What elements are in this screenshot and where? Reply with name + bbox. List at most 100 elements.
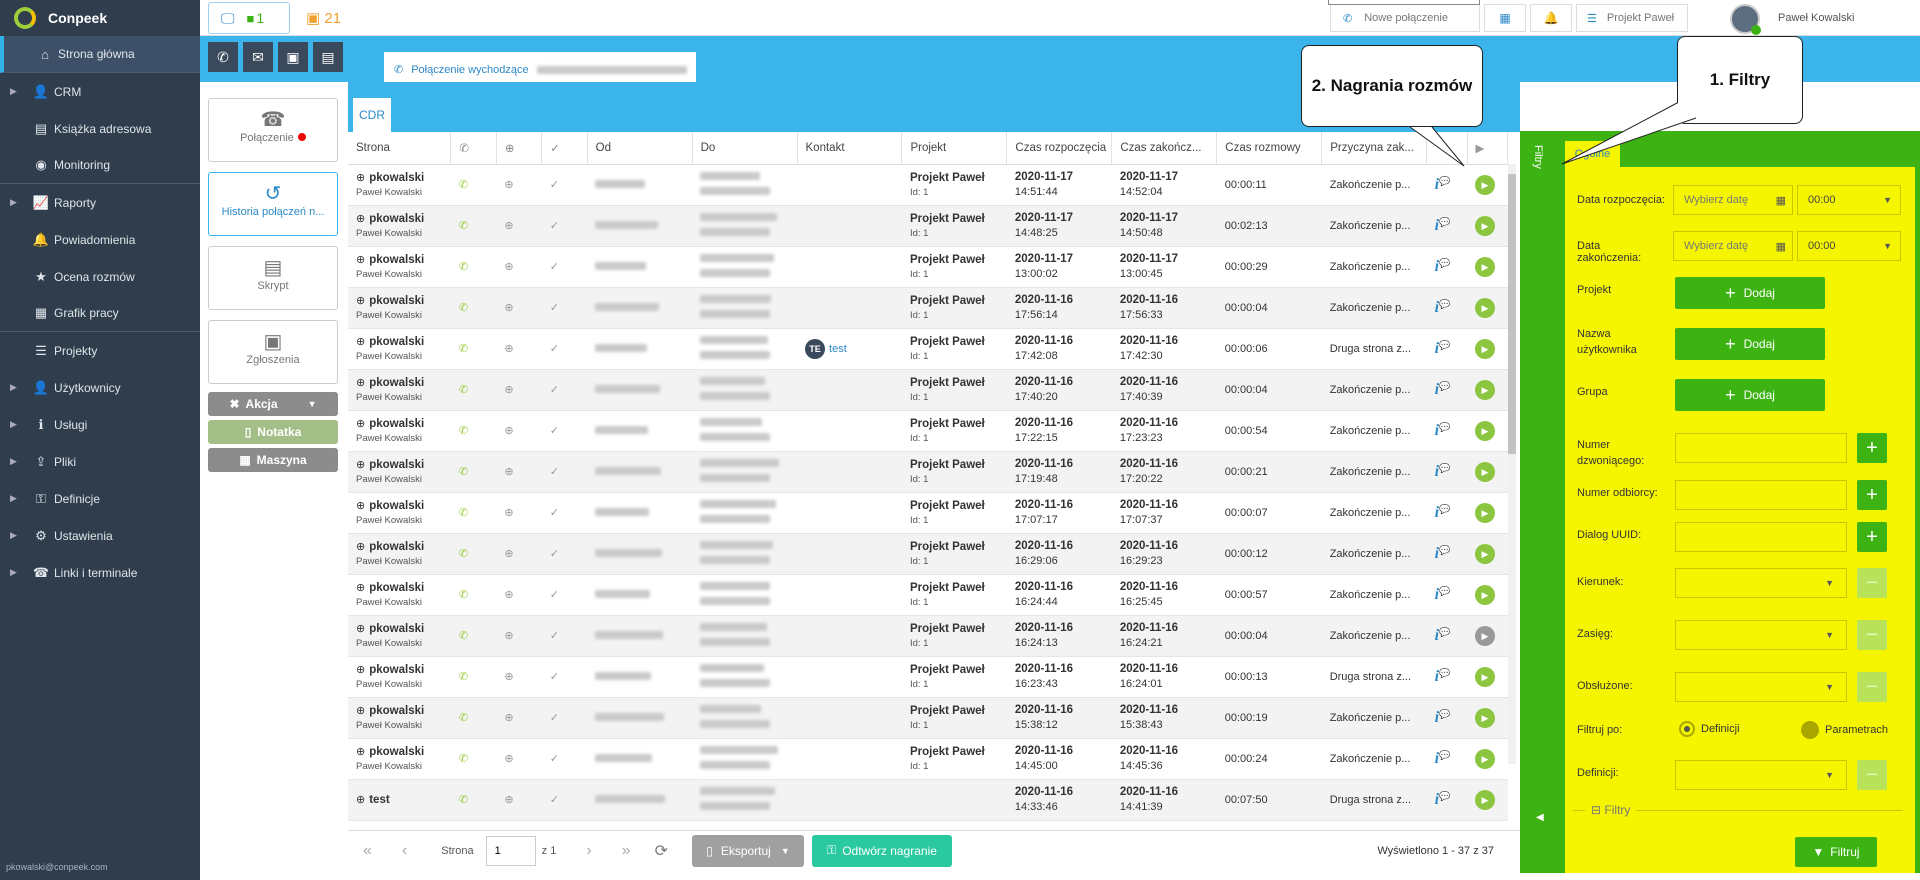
sidebar-item-eye[interactable]: ◉ Monitoring	[0, 147, 200, 184]
table-row[interactable]: ⊕ pkowalski Paweł Kowalski ✆ ⊕ ✓ Projekt Paweł…	[348, 287, 1508, 329]
sidebar-item-users[interactable]: ▶ 👤 Użytkownicy	[0, 369, 200, 406]
app-logo[interactable]: Conpeek	[0, 0, 200, 36]
column-header[interactable]: Strona	[348, 132, 452, 165]
play-recording-icon[interactable]: ▶	[1475, 420, 1495, 441]
table-row[interactable]: ⊕ pkowalski Paweł Kowalski ✆ ⊕ ✓ Projekt Paweł…	[348, 246, 1508, 288]
table-row[interactable]: ⊕ pkowalski Paweł Kowalski ✆ ⊕ ✓ Projekt Paweł…	[348, 164, 1508, 206]
next-page-icon[interactable]: ›	[586, 842, 591, 860]
play-cell[interactable]: ▶	[1467, 287, 1508, 329]
play-recording-icon[interactable]: ▶	[1475, 789, 1495, 810]
play-cell[interactable]: ▶	[1467, 410, 1508, 452]
avatar[interactable]	[1730, 4, 1761, 35]
play-cell[interactable]: ▶	[1467, 656, 1508, 698]
table-row[interactable]: ⊕ pkowalski Paweł Kowalski ✆ ⊕ ✓ Projekt Paweł…	[348, 574, 1508, 616]
add-group-button[interactable]: + Dodaj	[1675, 379, 1825, 411]
apply-filters-button[interactable]: ▼ Filtruj	[1795, 837, 1877, 867]
caller-number-input[interactable]	[1675, 433, 1847, 463]
play-cell[interactable]: ▶	[1467, 205, 1508, 247]
play-recording-icon[interactable]: ▶	[1475, 707, 1495, 728]
notifications-button[interactable]: 🔔	[1530, 4, 1572, 32]
sidebar-item-bell[interactable]: 🔔 Powiadomienia	[0, 221, 200, 258]
play-recording-icon[interactable]: ▶	[1475, 543, 1495, 564]
play-recording-icon[interactable]: ▶	[1475, 502, 1495, 523]
table-row[interactable]: ⊕ pkowalski Paweł Kowalski ✆ ⊕ ✓ Projekt Paweł…	[348, 697, 1508, 739]
column-header[interactable]: ⊕	[496, 132, 543, 165]
info-cell[interactable]: i💬	[1426, 738, 1467, 780]
info-cell[interactable]: i💬	[1426, 492, 1467, 534]
table-row[interactable]: ⊕ pkowalski Paweł Kowalski ✆ ⊕ ✓ Projekt Paweł…	[348, 410, 1508, 452]
sidebar-item-upload[interactable]: ▶ ⇪ Pliki	[0, 443, 200, 480]
phone-button[interactable]: ✆	[208, 42, 238, 72]
play-recording-icon[interactable]: ▶	[1475, 338, 1495, 359]
play-recording-icon[interactable]: ▶	[1475, 666, 1495, 687]
expand-arrow-icon[interactable]: ▶	[10, 567, 17, 578]
info-cell[interactable]: i💬	[1426, 287, 1467, 329]
filters-section-toggle[interactable]: ⊟ Filtry	[1573, 803, 1903, 825]
contact-cell[interactable]	[797, 574, 902, 616]
info-cell[interactable]: i💬	[1426, 164, 1467, 206]
expand-arrow-icon[interactable]: ▶	[10, 493, 17, 504]
table-row[interactable]: ⊕ pkowalski Paweł Kowalski ✆ ⊕ ✓ Projekt Paweł…	[348, 205, 1508, 247]
play-cell[interactable]: ▶	[1467, 246, 1508, 288]
callee-number-input[interactable]	[1675, 480, 1847, 510]
contact-cell[interactable]	[797, 656, 902, 698]
remove-handled-button[interactable]: −	[1857, 672, 1887, 702]
filters-vertical-tab[interactable]: Filtry ◀	[1520, 131, 1565, 873]
add-project-button[interactable]: + Dodaj	[1675, 277, 1825, 309]
expand-arrow-icon[interactable]: ▶	[10, 197, 17, 208]
sidebar-item-person[interactable]: ▶ 👤 CRM	[0, 73, 200, 110]
contact-cell[interactable]	[797, 369, 902, 411]
play-recording-icon[interactable]: ▶	[1475, 215, 1495, 236]
play-recording-icon[interactable]: ▶	[1475, 625, 1495, 646]
scrollbar-thumb[interactable]	[1508, 174, 1516, 454]
start-date-input[interactable]: Wybierz datę ▦	[1673, 185, 1793, 215]
export-dropdown[interactable]: ▯ Eksportuj ▼	[691, 834, 804, 867]
play-recording-icon[interactable]: ▶	[1475, 174, 1495, 195]
tab-general[interactable]: Ogólne	[1565, 141, 1620, 167]
script-button[interactable]: ▤ Skrypt	[208, 246, 338, 310]
table-row[interactable]: ⊕ test ✆ ⊕ ✓ 2020-11-16 14:33:46 2020-11-16 14:4…	[348, 779, 1508, 821]
table-row[interactable]: ⊕ pkowalski Paweł Kowalski ✆ ⊕ ✓ Projekt Paweł…	[348, 451, 1508, 493]
first-page-icon[interactable]: «	[363, 842, 372, 860]
page-number-input[interactable]	[485, 835, 536, 866]
info-cell[interactable]: i💬	[1426, 574, 1467, 616]
table-row[interactable]: ⊕ pkowalski Paweł Kowalski ✆ ⊕ ✓ Projekt Paweł…	[348, 615, 1508, 657]
contact-cell[interactable]	[797, 697, 902, 739]
remove-direction-button[interactable]: −	[1857, 568, 1887, 598]
sidebar-item-home[interactable]: ⌂ Strona główna	[0, 36, 200, 73]
play-cell[interactable]: ▶	[1467, 369, 1508, 411]
table-row[interactable]: ⊕ pkowalski Paweł Kowalski ✆ ⊕ ✓ Projekt Paweł…	[348, 533, 1508, 575]
dialog-uuid-input[interactable]	[1675, 522, 1847, 552]
sidebar-item-phone[interactable]: ▶ ☎ Linki i terminale	[0, 554, 200, 591]
info-cell[interactable]: i💬	[1426, 369, 1467, 411]
radio-definitions[interactable]: Definicji	[1679, 721, 1740, 737]
info-cell[interactable]: i💬	[1426, 451, 1467, 493]
sidebar-item-calendar[interactable]: ▦ Grafik pracy	[0, 295, 200, 332]
play-cell[interactable]: ▶	[1467, 574, 1508, 616]
chat-button[interactable]: ✉	[243, 42, 273, 72]
add-caller-number-button[interactable]: +	[1857, 433, 1887, 463]
table-row[interactable]: ⊕ pkowalski Paweł Kowalski ✆ ⊕ ✓ Projekt Paweł…	[348, 738, 1508, 780]
play-recording-icon[interactable]: ▶	[1475, 379, 1495, 400]
table-row[interactable]: ⊕ pkowalski Paweł Kowalski ✆ ⊕ ✓ Projekt Paweł…	[348, 492, 1508, 534]
collapse-arrow-icon[interactable]: ◀	[1536, 812, 1544, 823]
project-selector[interactable]: ☰ Projekt Paweł	[1576, 4, 1688, 32]
play-cell[interactable]: ▶	[1467, 492, 1508, 534]
add-callee-number-button[interactable]: +	[1857, 480, 1887, 510]
column-header[interactable]: Od	[587, 132, 693, 165]
contact-cell[interactable]	[797, 164, 902, 206]
play-cell[interactable]: ▶	[1467, 615, 1508, 657]
expand-arrow-icon[interactable]: ▶	[10, 382, 17, 393]
tab-cdr[interactable]: CDR	[353, 98, 391, 132]
column-header[interactable]: Projekt	[901, 132, 1008, 165]
contact-cell[interactable]	[797, 451, 902, 493]
play-cell[interactable]: ▶	[1467, 738, 1508, 780]
ticket-counter[interactable]: ▣ 21	[306, 9, 341, 27]
call-history-button[interactable]: ↺ Historia połączeń n...	[208, 172, 338, 236]
play-recording-icon[interactable]: ▶	[1475, 748, 1495, 769]
contact-cell[interactable]	[797, 205, 902, 247]
expand-arrow-icon[interactable]: ▶	[10, 456, 17, 467]
column-header[interactable]: Kontakt	[797, 132, 903, 165]
note-button[interactable]: ▯ Notatka	[208, 420, 338, 444]
expand-arrow-icon[interactable]: ▶	[10, 530, 17, 541]
